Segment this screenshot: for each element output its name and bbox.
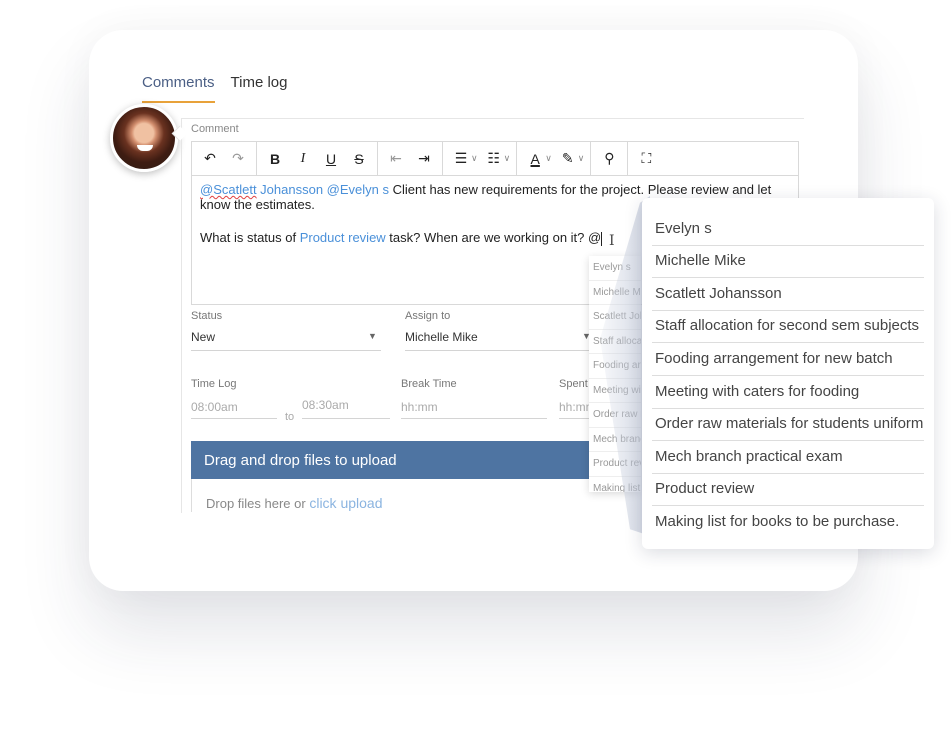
timelog-to-label: to: [285, 411, 295, 423]
dropdown-arrow-icon[interactable]: ▼: [368, 331, 377, 341]
chevron-down-icon[interactable]: ∨: [504, 153, 511, 164]
fullscreen-icon[interactable]: ⛶: [632, 145, 660, 173]
strikethrough-button[interactable]: S: [345, 145, 373, 173]
chevron-down-icon[interactable]: ∨: [545, 153, 552, 164]
list-item[interactable]: Meeting with caters for fooding: [652, 377, 924, 409]
bold-button[interactable]: B: [261, 145, 289, 173]
color-group: A ∨ ✎ ∨: [517, 142, 592, 175]
status-label: Status: [191, 310, 223, 322]
list-item[interactable]: Fooding arrangement for new batch: [652, 344, 924, 376]
status-underline: [191, 350, 381, 351]
upload-hint-text: Drop files here or: [206, 496, 310, 511]
timelog-from-input[interactable]: 08:00am: [191, 400, 238, 414]
upload-hint: Drop files here or click upload: [206, 495, 382, 511]
from-underline: [191, 418, 277, 419]
avatar: [110, 104, 178, 172]
outdent-icon[interactable]: ⇤: [382, 145, 410, 173]
list-item[interactable]: Staff allocation for second sem subjects: [652, 311, 924, 343]
comment-text: What is status of: [200, 230, 300, 245]
break-time-input[interactable]: hh:mm: [401, 400, 438, 414]
timelog-label: Time Log: [191, 378, 237, 390]
editor-toolbar: ↶ ↷ B I U S ⇤ ⇥ ☰ ∨ ☷ ∨ A ∨ ✎ ∨ ⚲ ⛶: [192, 142, 798, 176]
status-select[interactable]: New: [191, 330, 215, 344]
stamp-group: ⚲: [591, 142, 629, 175]
break-time-label: Break Time: [401, 378, 457, 390]
click-upload-link[interactable]: click upload: [309, 495, 382, 511]
redo-icon[interactable]: ↷: [224, 145, 252, 173]
list-group: ☰ ∨ ☷ ∨: [443, 142, 518, 175]
list-item[interactable]: Michelle Mike: [652, 246, 924, 278]
ibeam-cursor-icon: I: [609, 233, 615, 249]
underline-button[interactable]: U: [317, 145, 345, 173]
list-item[interactable]: Product review: [652, 474, 924, 506]
list-item[interactable]: Order raw materials for students uniform: [652, 409, 924, 441]
chevron-down-icon[interactable]: ∨: [578, 153, 585, 164]
chevron-down-icon[interactable]: ∨: [471, 153, 478, 164]
assign-label: Assign to: [405, 310, 451, 322]
mention-scatlett[interactable]: @Scatlett: [200, 182, 257, 197]
spent-label: Spent: [559, 378, 588, 390]
undo-icon[interactable]: ↶: [196, 145, 224, 173]
tab-time-log[interactable]: Time log: [231, 72, 288, 103]
tab-bar: Comments Time log: [142, 72, 304, 103]
italic-button[interactable]: I: [289, 145, 317, 173]
comment-text: task? When are we working on it? @: [385, 230, 602, 245]
task-link-product-review[interactable]: Product review: [300, 230, 386, 245]
list-item[interactable]: Scatlett Johansson: [652, 279, 924, 311]
history-group: ↶ ↷: [192, 142, 257, 175]
indent-group: ⇤ ⇥: [378, 142, 443, 175]
assign-select[interactable]: Michelle Mike: [405, 330, 478, 344]
timelog-to-input[interactable]: 08:30am: [302, 398, 349, 412]
fullscreen-group: ⛶: [628, 142, 664, 175]
text-cursor: [601, 231, 603, 246]
comment-label: Comment: [191, 123, 239, 135]
stamp-icon[interactable]: ⚲: [595, 145, 623, 173]
list-item[interactable]: Making list for books to be purchase.: [652, 507, 924, 539]
mention-scatlett-rest[interactable]: Johansson: [257, 182, 323, 197]
list-item[interactable]: Evelyn s: [652, 214, 924, 246]
upload-header: Drag and drop files to upload: [191, 441, 601, 479]
list-item[interactable]: Mech branch practical exam: [652, 442, 924, 474]
break-underline: [401, 418, 547, 419]
mention-evelyn[interactable]: @Evelyn s: [323, 182, 389, 197]
format-group: B I U S: [257, 142, 378, 175]
assign-underline: [405, 350, 590, 351]
mention-suggestions-zoomed: Evelyn s Michelle Mike Scatlett Johansso…: [642, 198, 934, 549]
tab-comments[interactable]: Comments: [142, 72, 215, 103]
to-underline: [302, 418, 390, 419]
spent-underline: [559, 418, 589, 419]
indent-icon[interactable]: ⇥: [410, 145, 438, 173]
